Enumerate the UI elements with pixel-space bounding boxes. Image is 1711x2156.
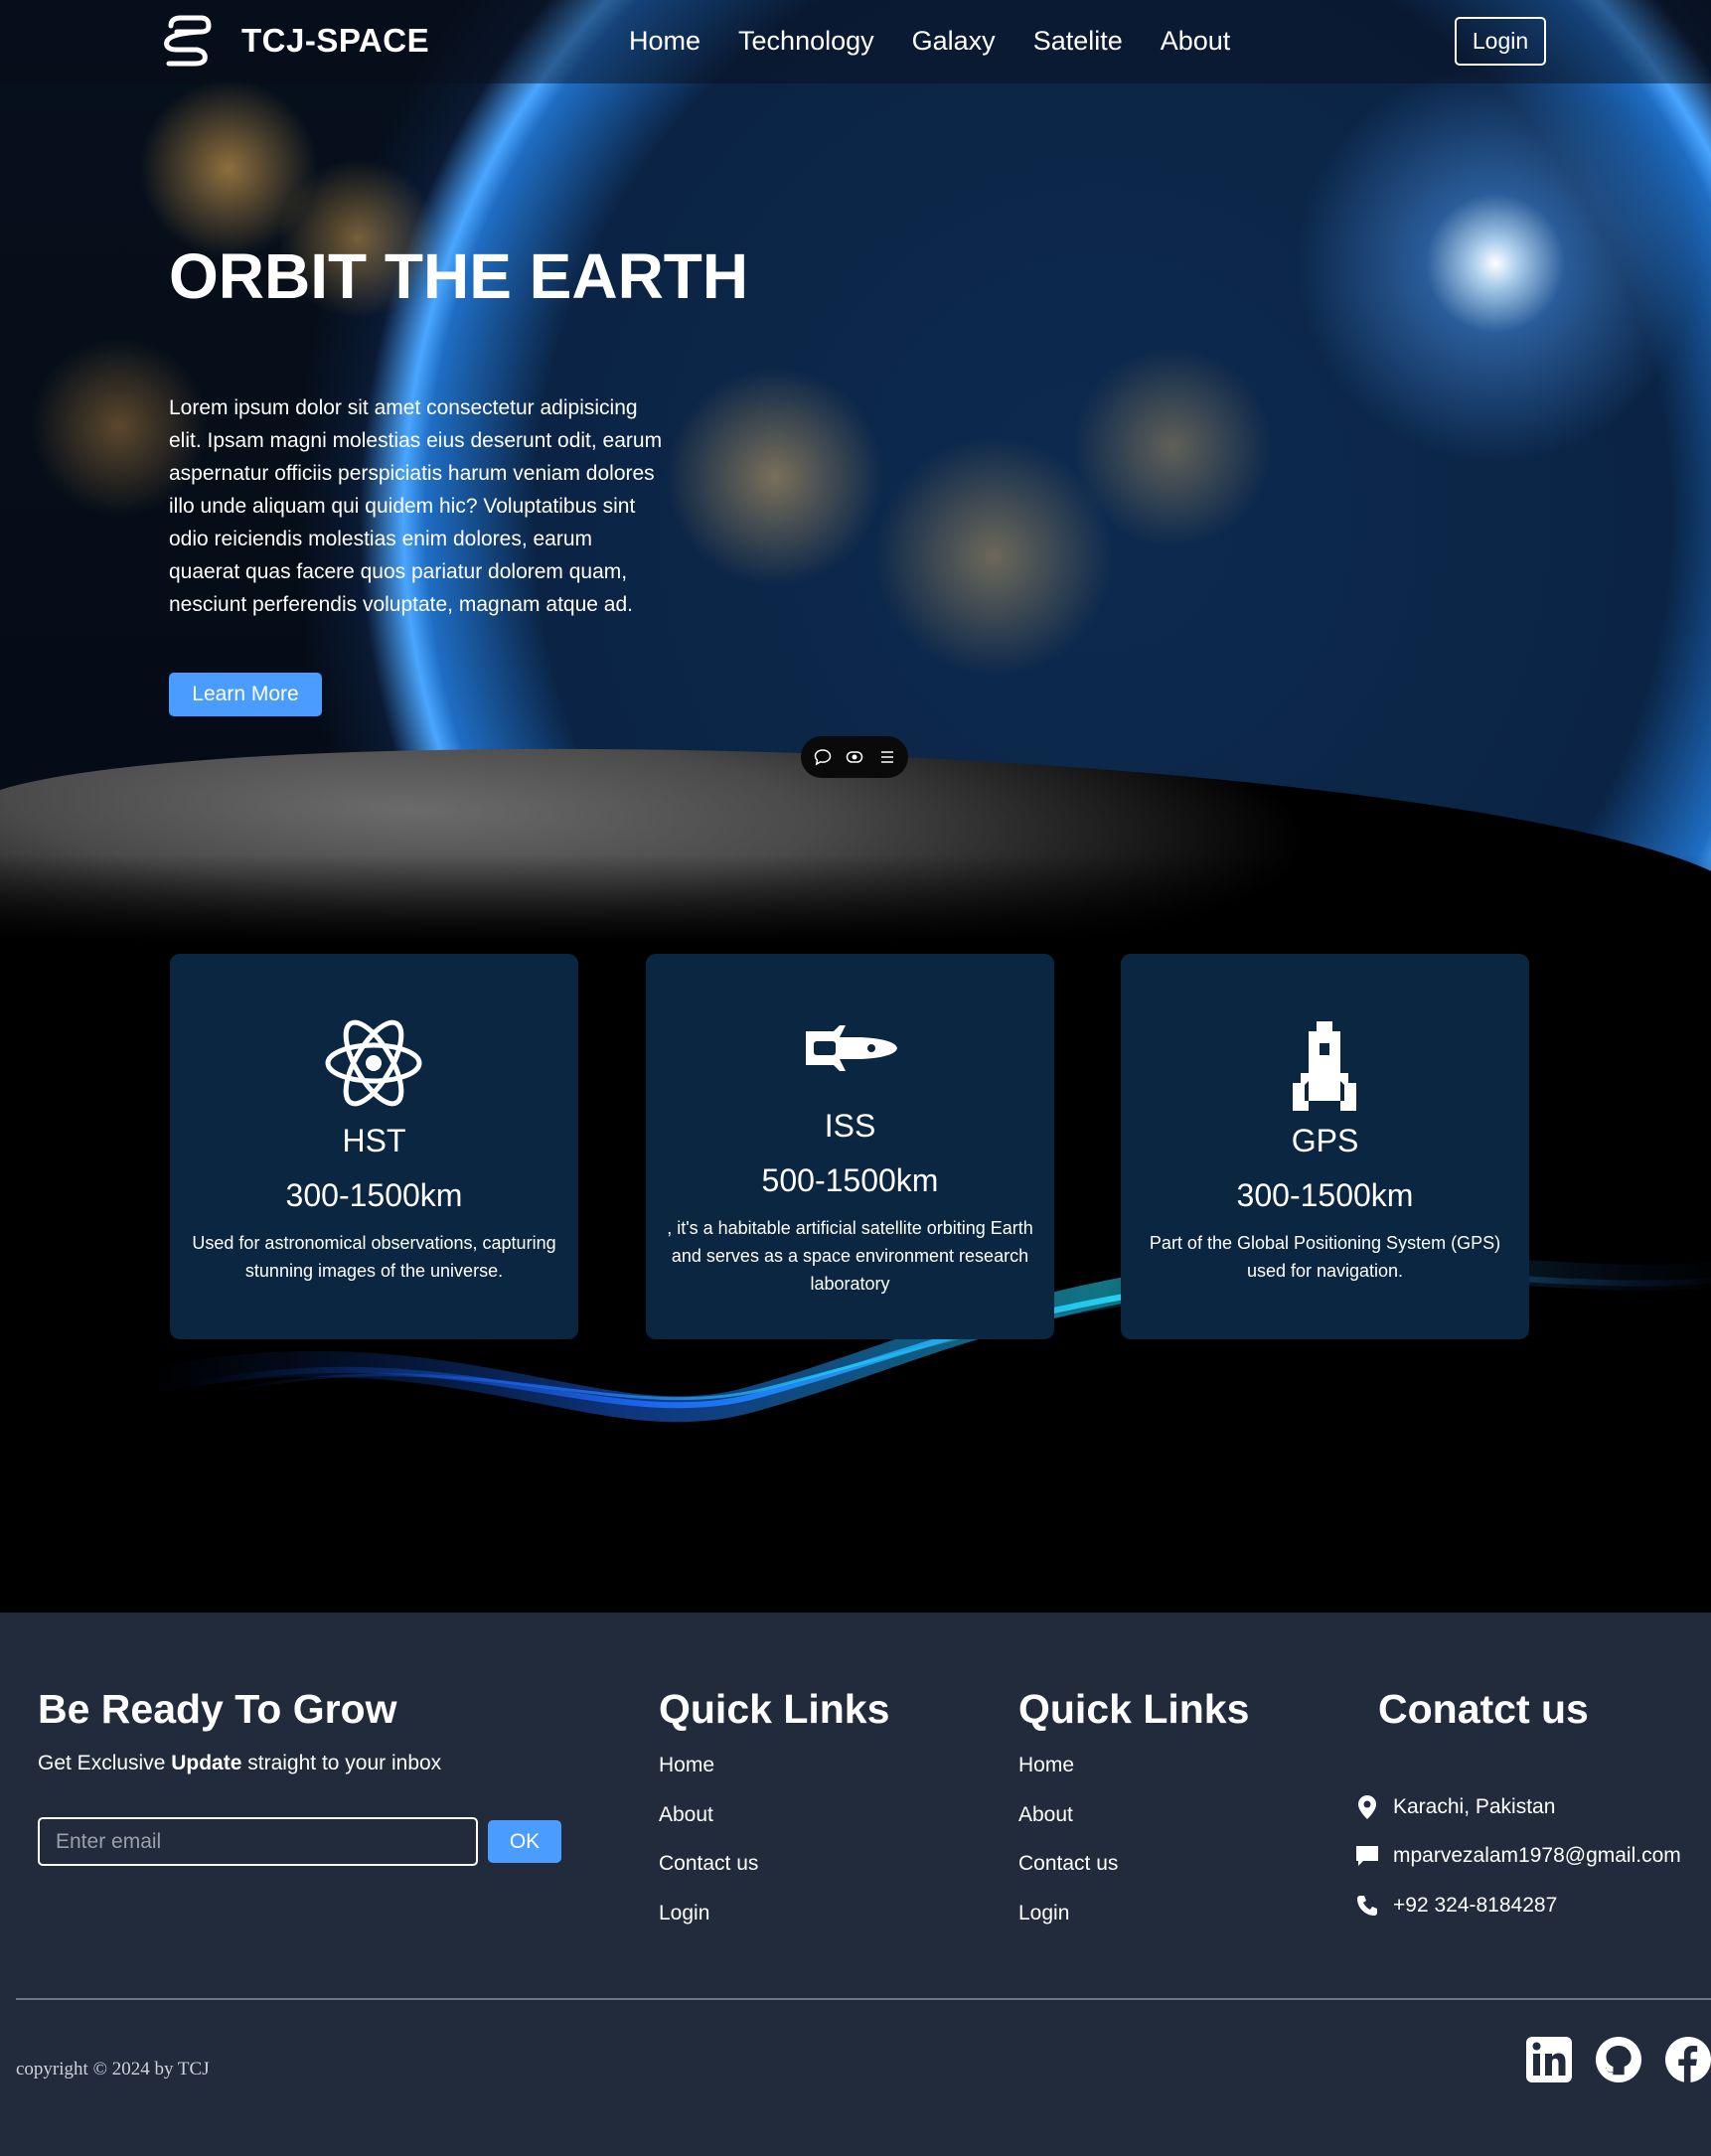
card-range: 300-1500km (285, 1177, 463, 1213)
grow-title: Be Ready To Grow (38, 1686, 397, 1732)
card-title: GPS (1291, 1123, 1359, 1158)
card-range: 500-1500km (761, 1162, 939, 1198)
card-description: , it's a habitable artificial satellite … (667, 1218, 1033, 1294)
atom-icon (325, 1019, 422, 1107)
footer-link-login[interactable]: Login (1018, 1902, 1069, 1925)
footer-divider (16, 1998, 1711, 2000)
copyright: copyright © 2024 by TCJ (16, 2059, 210, 2079)
grow-sub-post: straight to your inbox (241, 1752, 442, 1774)
grow-sub-bold: Update (171, 1752, 242, 1774)
message-icon (1355, 1844, 1379, 1868)
contact-phone-text[interactable]: +92 324-8184287 (1393, 1894, 1557, 1918)
card-description: Used for astronomical observations, capt… (192, 1233, 556, 1281)
contact-location: Karachi, Pakistan (1355, 1795, 1555, 1819)
footer-link-login[interactable]: Login (659, 1902, 709, 1925)
satellite-card-gps[interactable]: GPS 300-1500km Part of the Global Positi… (1121, 954, 1529, 1339)
footer-link-contact[interactable]: Contact us (1018, 1852, 1118, 1876)
email-input[interactable] (38, 1817, 478, 1866)
quick-links-title-2: Quick Links (1018, 1686, 1250, 1732)
nav-link-home[interactable]: Home (629, 26, 700, 57)
grow-subtitle: Get Exclusive Update straight to your in… (38, 1752, 441, 1775)
quick-links-title: Quick Links (659, 1686, 890, 1732)
nav-link-technology[interactable]: Technology (738, 26, 874, 57)
nav-link-galaxy[interactable]: Galaxy (912, 26, 996, 57)
nav-links: Home Technology Galaxy Satelite About (629, 26, 1230, 57)
contact-email-text[interactable]: mparvezalam1978@gmail.com (1393, 1844, 1681, 1868)
eye-icon[interactable] (844, 746, 865, 768)
card-range: 300-1500km (1236, 1177, 1414, 1213)
learn-more-button[interactable]: Learn More (169, 673, 322, 716)
map-pin-icon (1355, 1795, 1379, 1819)
contact-phone: +92 324-8184287 (1355, 1894, 1557, 1918)
contact-location-text: Karachi, Pakistan (1393, 1795, 1556, 1818)
linkedin-icon[interactable] (1524, 2035, 1574, 2084)
card-description: Part of the Global Positioning System (G… (1149, 1233, 1501, 1281)
footer-link-about[interactable]: About (1018, 1803, 1073, 1827)
facebook-icon[interactable] (1663, 2035, 1711, 2084)
satellite-card-iss[interactable]: ISS 500-1500km , it's a habitable artifi… (646, 954, 1054, 1339)
rocket-launch-icon (1293, 1021, 1356, 1111)
comment-icon[interactable] (812, 746, 834, 768)
navbar: TCJ-SPACE Home Technology Galaxy Satelit… (0, 0, 1711, 83)
hero-title: ORBIT THE EARTH (169, 240, 749, 312)
ok-button[interactable]: OK (488, 1820, 561, 1863)
contact-email: mparvezalam1978@gmail.com (1355, 1844, 1681, 1868)
contact-title: Conatct us (1378, 1686, 1589, 1732)
floating-toolbar (801, 736, 908, 778)
nav-link-satelite[interactable]: Satelite (1033, 26, 1123, 57)
footer-link-home[interactable]: Home (1018, 1754, 1074, 1777)
brand-name[interactable]: TCJ-SPACE (241, 22, 429, 60)
nav-link-about[interactable]: About (1161, 26, 1231, 57)
footer-link-home[interactable]: Home (659, 1754, 714, 1777)
phone-icon (1355, 1894, 1379, 1918)
menu-icon[interactable] (876, 746, 898, 768)
footer-link-about[interactable]: About (659, 1803, 713, 1827)
login-button[interactable]: Login (1455, 17, 1546, 66)
card-title: ISS (824, 1108, 876, 1144)
github-icon[interactable] (1594, 2035, 1643, 2084)
hero-text: Lorem ipsum dolor sit amet consectetur a… (169, 396, 663, 616)
card-title: HST (342, 1123, 406, 1158)
space-shuttle-icon (806, 1025, 897, 1071)
logo-icon[interactable] (157, 12, 215, 70)
satellite-card-hst[interactable]: HST 300-1500km Used for astronomical obs… (170, 954, 578, 1339)
footer-link-contact[interactable]: Contact us (659, 1852, 758, 1876)
grow-sub-pre: Get Exclusive (38, 1752, 172, 1774)
hero-fade (0, 854, 1711, 939)
